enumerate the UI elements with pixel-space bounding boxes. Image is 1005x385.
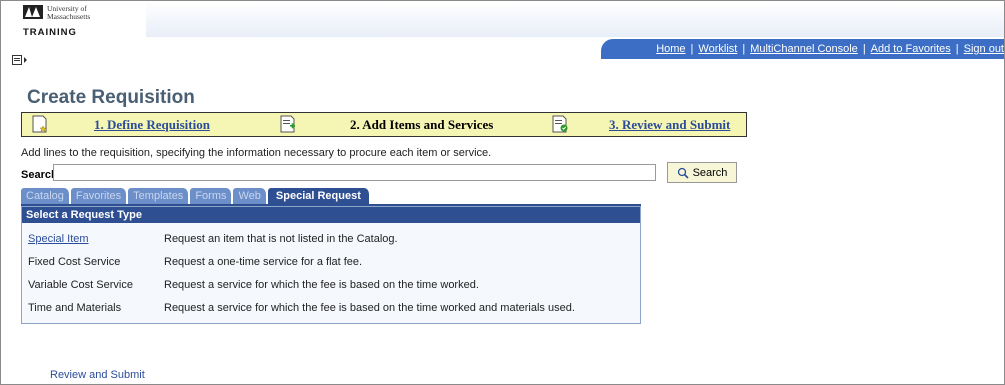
document-check-icon xyxy=(552,115,568,133)
variable-cost-service-label: Variable Cost Service xyxy=(28,279,133,291)
request-type-row: Special Item Request an item that is not… xyxy=(22,229,640,249)
tab-favorites[interactable]: Favorites xyxy=(70,188,128,204)
magnifier-icon xyxy=(677,167,689,179)
search-button-label: Search xyxy=(692,166,728,179)
nav-home-link[interactable]: Home xyxy=(656,43,685,55)
nav-separator: | xyxy=(862,43,866,55)
nav-separator: | xyxy=(742,43,746,55)
step-add-items-and-services: 2. Add Items and Services xyxy=(350,117,494,132)
tab-catalog[interactable]: Catalog xyxy=(21,188,70,204)
step-review-and-submit[interactable]: 3. Review and Submit xyxy=(609,117,730,133)
document-star-icon xyxy=(32,115,47,133)
search-button[interactable]: Search xyxy=(667,162,737,183)
nav-add-to-favorites-link[interactable]: Add to Favorites xyxy=(871,43,951,55)
panel-title: Select a Request Type xyxy=(22,207,640,223)
time-and-materials-label: Time and Materials xyxy=(28,302,122,314)
nav-separator: | xyxy=(955,43,959,55)
request-type-description: Request a one-time service for a flat fe… xyxy=(164,256,363,268)
page-title: Create Requisition xyxy=(27,87,195,108)
nav-separator: | xyxy=(690,43,694,55)
document-add-icon xyxy=(280,115,295,133)
nav-worklist-link[interactable]: Worklist xyxy=(698,43,737,55)
request-type-description: Request a service for which the fee is b… xyxy=(164,279,479,291)
search-input[interactable] xyxy=(53,164,656,181)
request-type-description: Request an item that is not listed in th… xyxy=(164,233,398,245)
header-nav-links: Home | Worklist | MultiChannel Console | Add t… xyxy=(656,43,1004,55)
instructions-text: Add lines to the requisition, specifying… xyxy=(21,147,492,159)
header-band xyxy=(146,1,1004,37)
umass-logo-icon xyxy=(23,5,43,19)
nav-sign-out-link[interactable]: Sign out xyxy=(964,43,1004,55)
tab-bar: Catalog Favorites Templates Forms Web Sp… xyxy=(21,188,371,204)
tab-special-request[interactable]: Special Request xyxy=(267,188,370,204)
request-type-description: Request a service for which the fee is b… xyxy=(164,302,575,314)
step-define-requisition[interactable]: 1. Define Requisition xyxy=(94,117,210,133)
menu-toggle-icon[interactable] xyxy=(12,55,28,65)
request-type-row: Variable Cost Service Request a service … xyxy=(22,275,640,295)
special-item-link[interactable]: Special Item xyxy=(28,233,89,245)
university-name: University of Massachusetts xyxy=(47,4,91,21)
page-frame: University of Massachusetts TRAINING Hom… xyxy=(0,0,1005,385)
nav-multichannel-console-link[interactable]: MultiChannel Console xyxy=(750,43,858,55)
request-type-row: Time and Materials Request a service for… xyxy=(22,298,640,318)
steps-bar: 1. Define Requisition 2. Add Items and S… xyxy=(21,112,747,137)
request-type-row: Fixed Cost Service Request a one-time se… xyxy=(22,252,640,272)
review-and-submit-link[interactable]: Review and Submit xyxy=(50,369,145,381)
header: University of Massachusetts TRAINING Hom… xyxy=(1,1,1004,65)
tab-forms[interactable]: Forms xyxy=(190,188,233,204)
tab-templates[interactable]: Templates xyxy=(128,188,190,204)
training-label: TRAINING xyxy=(23,27,77,38)
request-type-panel: Select a Request Type Special Item Reque… xyxy=(21,206,641,324)
tab-web[interactable]: Web xyxy=(233,188,267,204)
fixed-cost-service-label: Fixed Cost Service xyxy=(28,256,121,268)
